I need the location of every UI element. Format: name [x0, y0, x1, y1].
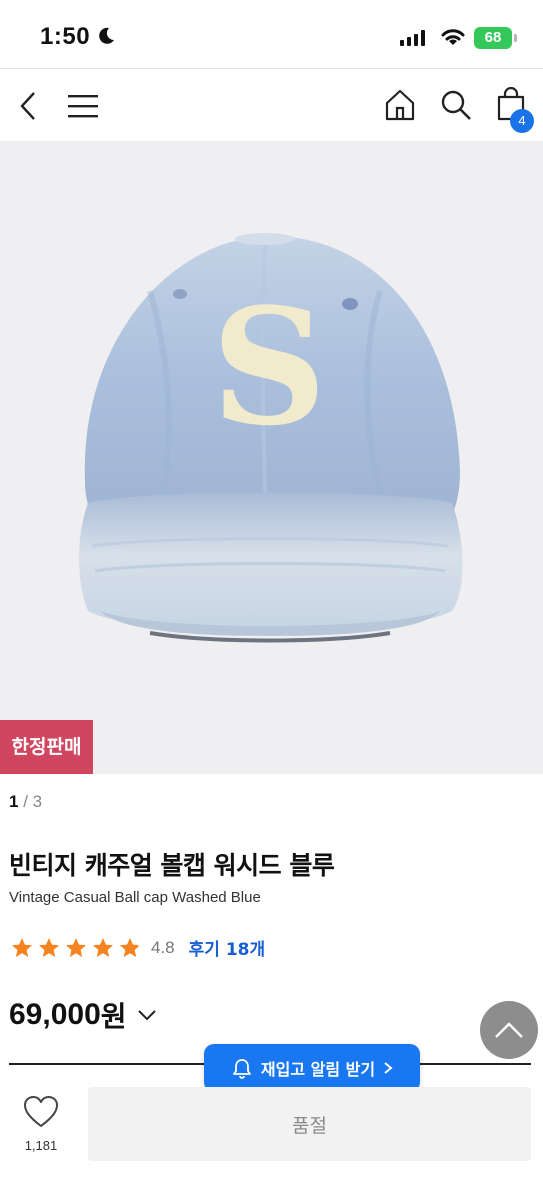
chevron-right-icon: [384, 1062, 393, 1074]
restock-alert-button[interactable]: 재입고 알림 받기: [204, 1044, 420, 1092]
star-icon: [12, 937, 32, 957]
heart-icon: [24, 1096, 58, 1127]
rating-row: 4.8 후기 18개: [9, 935, 265, 960]
price-value: 69,000: [9, 998, 101, 1031]
review-count-link[interactable]: 후기 18개: [189, 935, 266, 960]
price-unit: 원: [100, 1000, 127, 1033]
battery-icon: 68: [474, 27, 517, 49]
sold-out-button[interactable]: 품절: [88, 1087, 531, 1161]
wifi-icon: [441, 29, 465, 45]
svg-text:S: S: [211, 273, 327, 461]
status-time: 1:50: [40, 23, 91, 50]
nav-bar: 4: [0, 69, 543, 141]
cellular-signal-icon: [400, 30, 425, 46]
star-icon: [39, 937, 59, 957]
scroll-to-top-button[interactable]: [480, 1001, 538, 1059]
bell-icon: [233, 1059, 251, 1079]
search-icon[interactable]: [440, 89, 472, 121]
star-icon: [93, 937, 113, 957]
rating-value: 4.8: [151, 937, 175, 957]
pager-total: / 3: [23, 792, 43, 811]
status-bar: 1:50 68: [0, 0, 543, 68]
product-image[interactable]: S: [0, 141, 543, 774]
pager-current: 1: [9, 792, 19, 811]
moon-icon: [99, 27, 114, 44]
star-rating: [9, 936, 143, 960]
battery-level: 68: [484, 29, 502, 46]
like-count: 1,181: [24, 1138, 58, 1153]
cart-count-badge: 4: [510, 109, 534, 133]
cap-image: S: [79, 233, 463, 643]
menu-icon[interactable]: [68, 93, 100, 119]
chevron-down-icon[interactable]: [137, 1008, 157, 1022]
chevron-up-icon: [495, 1022, 523, 1038]
product-title: 빈티지 캐주얼 볼캡 워시드 블루: [9, 851, 335, 880]
star-icon: [66, 937, 86, 957]
product-subtitle: Vintage Casual Ball cap Washed Blue: [9, 889, 261, 906]
star-half-icon: [120, 937, 140, 957]
restock-label: 재입고 알림 받기: [260, 1060, 376, 1079]
like-button[interactable]: 1,181: [18, 1096, 64, 1153]
limited-sale-tag: 한정판매: [0, 720, 93, 774]
image-pager: 1 / 3: [9, 792, 42, 812]
sold-out-label: 품절: [292, 1114, 327, 1137]
price-row[interactable]: 69,000 원: [9, 995, 157, 1035]
home-icon[interactable]: [385, 89, 415, 121]
back-icon[interactable]: [18, 91, 38, 121]
